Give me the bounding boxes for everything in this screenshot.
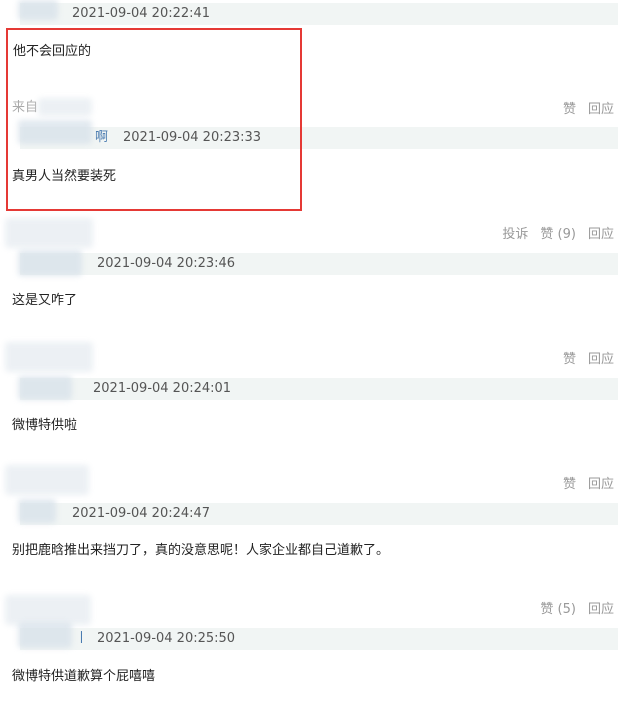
comment-timestamp: 2021-09-04 20:23:46 (97, 256, 236, 271)
comment-text: 微博特供啦 (12, 418, 78, 433)
avatar[interactable] (5, 218, 93, 248)
comment-actions: 赞 回应 (563, 476, 614, 494)
reply-button[interactable]: 回应 (588, 351, 614, 369)
comment-timestamp: 2021-09-04 20:22:41 (72, 6, 211, 21)
like-button[interactable]: 赞 (5) (540, 601, 576, 619)
avatar[interactable] (5, 342, 93, 372)
comment-source: 来自 (12, 100, 39, 115)
comment-username[interactable]: 丨 (75, 630, 88, 648)
comment-actions: 赞 回应 (563, 101, 614, 119)
reply-button[interactable]: 回应 (588, 601, 614, 619)
comment-timestamp: 2021-09-04 20:25:50 (97, 631, 236, 646)
username-blurred[interactable] (18, 622, 72, 648)
like-button[interactable]: 赞 (563, 101, 576, 119)
comment-text: 他不会回应的 (13, 44, 92, 59)
comment-actions: 投诉 赞 (9) 回应 (502, 226, 614, 244)
report-button[interactable]: 投诉 (502, 226, 528, 244)
source-name[interactable] (38, 98, 92, 116)
avatar[interactable] (18, 120, 92, 144)
comment-text: 真男人当然要装死 (12, 169, 117, 184)
avatar[interactable] (18, 0, 58, 20)
comment-text: 这是又咋了 (12, 293, 78, 308)
comment-timestamp: 2021-09-04 20:23:33 (123, 130, 262, 145)
comment-timestamp: 2021-09-04 20:24:01 (93, 381, 232, 396)
reply-button[interactable]: 回应 (588, 226, 614, 244)
comment-actions: 赞 (5) 回应 (540, 601, 614, 619)
comment-timestamp: 2021-09-04 20:24:47 (72, 506, 211, 521)
username-blurred[interactable] (18, 376, 72, 400)
username-blurred[interactable] (18, 499, 56, 523)
like-button[interactable]: 赞 (563, 476, 576, 494)
like-button[interactable]: 赞 (563, 351, 576, 369)
reply-button[interactable]: 回应 (588, 101, 614, 119)
avatar[interactable] (5, 595, 91, 625)
comment-text: 别把鹿晗推出来挡刀了，真的没意思呢！人家企业都自己道歉了。 (12, 543, 390, 558)
reply-button[interactable]: 回应 (588, 476, 614, 494)
comment-thread: 2021-09-04 20:22:41 他不会回应的 来自 赞 回应 啊 202… (0, 0, 639, 717)
comment-text: 微博特供道歉算个屁嘻嘻 (12, 669, 156, 684)
avatar[interactable] (5, 465, 89, 495)
comment-actions: 赞 回应 (563, 351, 614, 369)
like-button[interactable]: 赞 (9) (540, 226, 576, 244)
username-blurred[interactable] (18, 250, 82, 276)
comment-username[interactable]: 啊 (95, 129, 108, 147)
comment-meta-band (304, 127, 618, 149)
